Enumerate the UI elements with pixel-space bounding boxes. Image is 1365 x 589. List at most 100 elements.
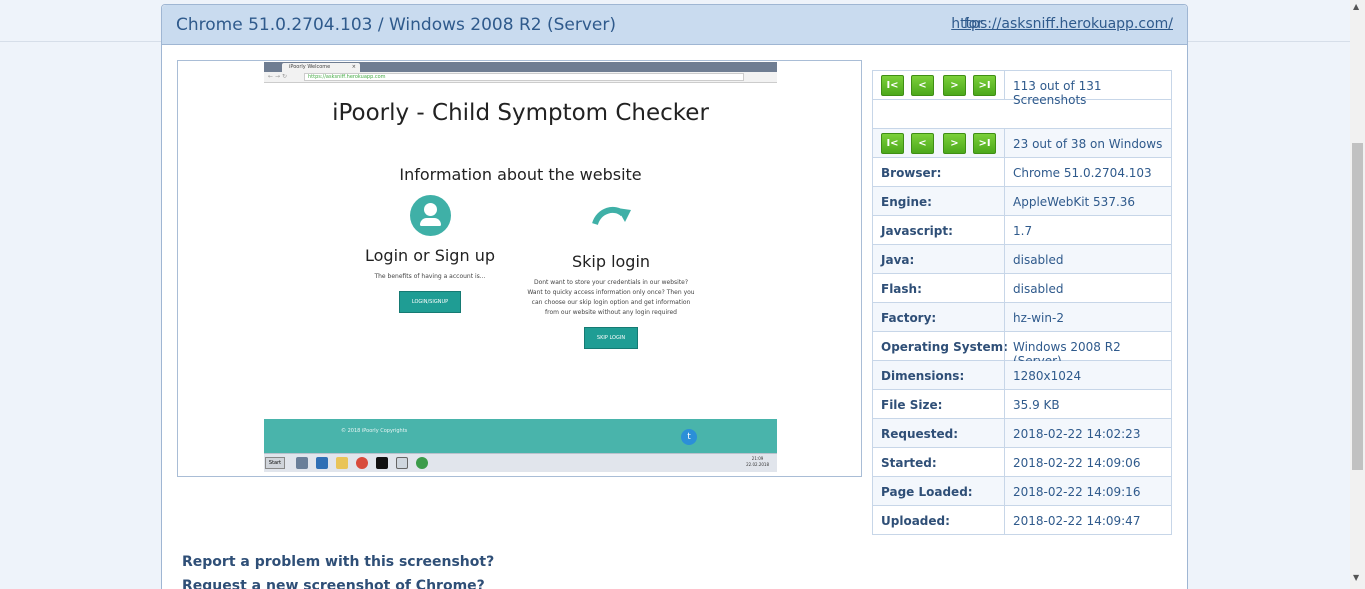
skip-column: Skip login Dont want to store your crede… xyxy=(526,192,696,349)
start-button: Start xyxy=(265,457,285,469)
info-key: Requested: xyxy=(881,427,959,441)
login-heading: Login or Sign up xyxy=(365,246,495,265)
info-key: Page Loaded: xyxy=(881,485,973,499)
divider xyxy=(1004,303,1005,332)
redo-arrow-icon xyxy=(592,206,631,226)
browser-tab: iPoorly Welcome × xyxy=(282,63,360,72)
site-subtitle: Information about the website xyxy=(399,165,642,184)
divider xyxy=(1004,216,1005,245)
info-key: Dimensions: xyxy=(881,369,965,383)
os-taskbar: Start 21:09 22.02.2018 xyxy=(264,453,777,472)
request-screenshot-link[interactable]: Request a new screenshot of Chrome? xyxy=(182,578,485,589)
info-row: File Size: 35.9 KB xyxy=(873,390,1171,419)
skip-login-button: SKIP LOGIN xyxy=(583,327,639,349)
info-key: Uploaded: xyxy=(881,514,950,528)
next-button[interactable]: > xyxy=(943,75,966,96)
divider xyxy=(1004,158,1005,187)
divider xyxy=(1004,332,1005,361)
divider xyxy=(1004,71,1005,100)
site-footer: © 2018 iPoorly Copyrights t xyxy=(264,419,777,453)
info-value: Chrome 51.0.2704.103 xyxy=(1013,166,1152,180)
info-value: 1280x1024 xyxy=(1013,369,1082,383)
info-row: Started: 2018-02-22 14:09:06 xyxy=(873,448,1171,477)
footer-copyright: © 2018 iPoorly Copyrights xyxy=(341,428,408,434)
windows-next-button[interactable]: > xyxy=(943,133,966,154)
vertical-scrollbar[interactable]: ▲ ▼ xyxy=(1350,0,1365,589)
divider xyxy=(1004,390,1005,419)
info-row: Dimensions: 1280x1024 xyxy=(873,361,1171,390)
browser-tabbar: iPoorly Welcome × xyxy=(264,62,777,72)
twitter-icon: t xyxy=(681,429,697,445)
login-text: The benefits of having a account is... xyxy=(374,273,486,280)
info-table: I< < > >I 113 out of 131 Screenshots I< … xyxy=(872,70,1172,535)
divider xyxy=(1004,361,1005,390)
report-problem-link[interactable]: Report a problem with this screenshot? xyxy=(182,554,494,570)
info-row: Java: disabled xyxy=(873,245,1171,274)
info-row: Flash: disabled xyxy=(873,274,1171,303)
divider xyxy=(1004,187,1005,216)
info-row: Page Loaded: 2018-02-22 14:09:16 xyxy=(873,477,1171,506)
info-row: Javascript: 1.7 xyxy=(873,216,1171,245)
panel-title: Chrome 51.0.2704.103 / Windows 2008 R2 (… xyxy=(176,15,616,35)
info-row: Uploaded: 2018-02-22 14:09:47 xyxy=(873,506,1171,535)
first-button[interactable]: I< xyxy=(881,75,904,96)
last-button[interactable]: >I xyxy=(973,75,996,96)
chrome-active-icon xyxy=(416,457,428,469)
spacer-row xyxy=(873,100,1171,129)
explorer-icon xyxy=(336,457,348,469)
windows-prev-button[interactable]: < xyxy=(911,133,934,154)
login-signup-button: LOGIN/SIGNUP xyxy=(398,291,462,313)
info-row: Operating System:Windows 2008 R2 (Server… xyxy=(873,332,1171,368)
info-value: 35.9 KB xyxy=(1013,398,1060,412)
notepad-icon xyxy=(396,457,408,469)
info-key: Engine: xyxy=(881,195,932,209)
divider xyxy=(1004,448,1005,477)
info-row: Factory: hz-win-2 xyxy=(873,303,1171,332)
divider xyxy=(1004,506,1005,535)
info-key: Java: xyxy=(881,253,915,267)
windows-first-button[interactable]: I< xyxy=(881,133,904,154)
scroll-up-icon[interactable]: ▲ xyxy=(1353,2,1359,11)
divider xyxy=(1004,419,1005,448)
info-value: AppleWebKit 537.36 xyxy=(1013,195,1136,209)
info-row: Browser: Chrome 51.0.2704.103 xyxy=(873,158,1171,187)
close-icon: × xyxy=(351,64,356,70)
info-row: Engine: AppleWebKit 537.36 xyxy=(873,187,1171,216)
address-bar: ←→↻ https://asksniff.herokuapp.com xyxy=(264,72,777,83)
browser-window: iPoorly Welcome × ←→↻ https://asksniff.h… xyxy=(264,62,777,472)
user-icon xyxy=(409,195,451,236)
site-title: iPoorly - Child Symptom Checker xyxy=(332,100,709,126)
scrollbar-thumb[interactable] xyxy=(1352,143,1363,470)
target-url-link[interactable]: https://asksniff.herokuapp.com/ xyxy=(951,16,1173,32)
clock-date: 22.02.2018 xyxy=(746,462,769,467)
taskbar-clock: 21:09 22.02.2018 xyxy=(746,456,769,468)
pager-windows: I< < > >I 23 out of 38 on Windows xyxy=(873,129,1171,158)
divider xyxy=(1004,245,1005,274)
windows-last-button[interactable]: >I xyxy=(973,133,996,154)
divider xyxy=(1004,274,1005,303)
scroll-down-icon[interactable]: ▼ xyxy=(1353,573,1359,582)
chrome-icon xyxy=(356,457,368,469)
page: Chrome 51.0.2704.103 / Windows 2008 R2 (… xyxy=(0,0,1365,589)
skip-text: Dont want to store your credentials in o… xyxy=(527,279,695,316)
nav-arrows-icon: ←→↻ xyxy=(268,73,290,80)
info-value: 2018-02-22 14:09:16 xyxy=(1013,485,1141,499)
info-value: 2018-02-22 14:02:23 xyxy=(1013,427,1141,441)
info-key: Operating System: xyxy=(881,340,1008,354)
info-key: Browser: xyxy=(881,166,942,180)
prev-button[interactable]: < xyxy=(911,75,934,96)
divider xyxy=(1004,477,1005,506)
skip-heading: Skip login xyxy=(571,252,651,271)
screenshot-image[interactable]: iPoorly Welcome × ←→↻ https://asksniff.h… xyxy=(177,60,862,477)
info-value: 2018-02-22 14:09:47 xyxy=(1013,514,1141,528)
info-key: Factory: xyxy=(881,311,937,325)
info-key: Started: xyxy=(881,456,937,470)
cmd-icon xyxy=(376,457,388,469)
login-column: Login or Sign up The benefits of having … xyxy=(350,192,510,313)
info-value: 2018-02-22 14:09:06 xyxy=(1013,456,1141,470)
panel-header: Chrome 51.0.2704.103 / Windows 2008 R2 (… xyxy=(162,5,1187,45)
info-value: 1.7 xyxy=(1013,224,1033,238)
browser-tab-title: iPoorly Welcome xyxy=(289,64,331,70)
info-key: File Size: xyxy=(881,398,943,412)
windows-count: 23 out of 38 on Windows xyxy=(1013,137,1163,151)
